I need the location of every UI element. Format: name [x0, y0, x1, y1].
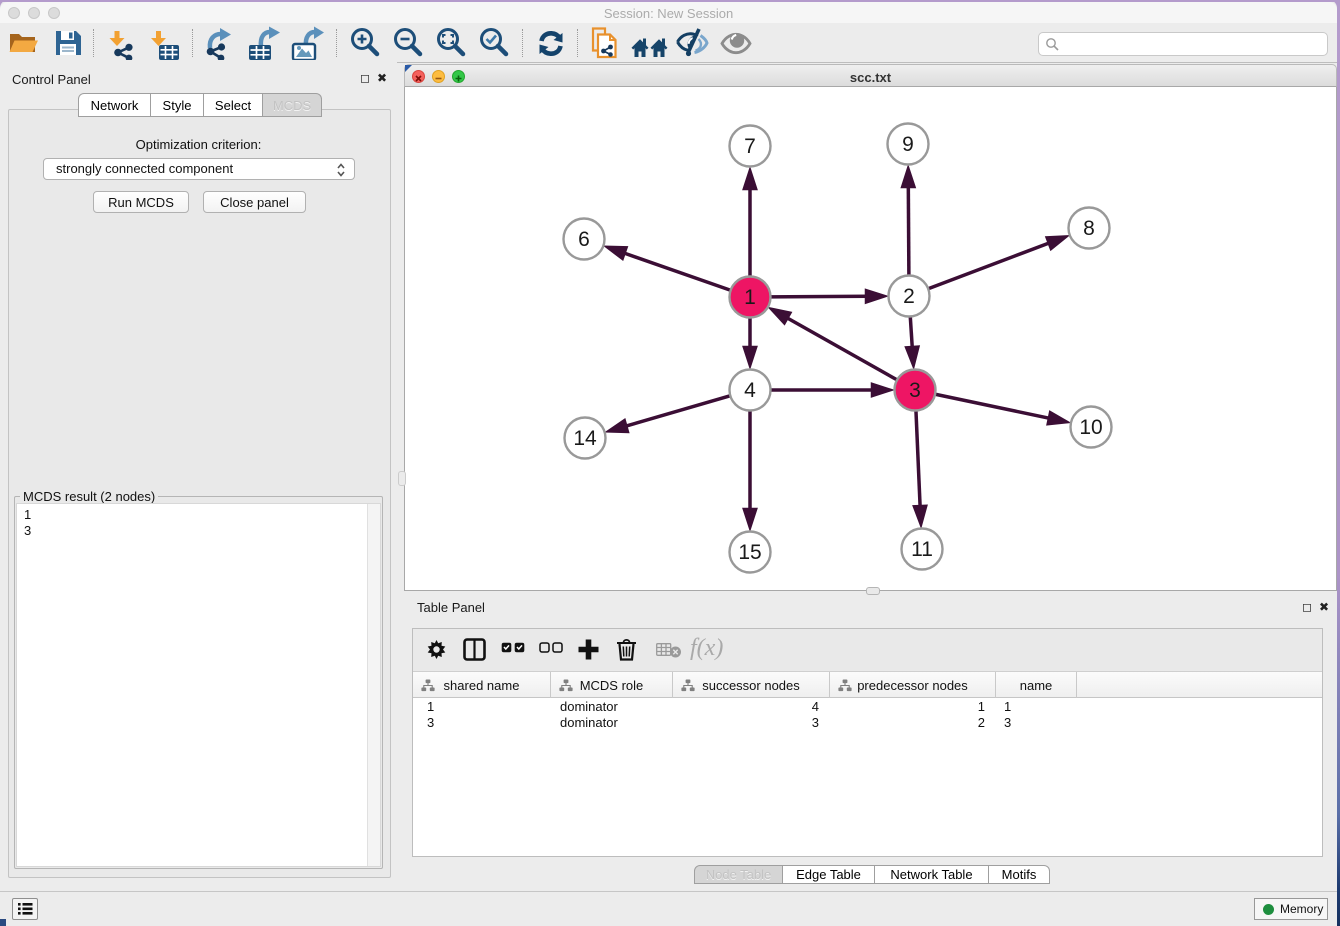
svg-text:8: 8 [1083, 217, 1095, 240]
svg-text:9: 9 [902, 133, 914, 156]
svg-text:10: 10 [1079, 416, 1102, 439]
svg-text:11: 11 [911, 538, 933, 561]
svg-text:14: 14 [573, 427, 597, 450]
svg-text:4: 4 [744, 379, 756, 402]
svg-text:3: 3 [909, 379, 921, 402]
svg-text:7: 7 [744, 135, 756, 158]
svg-text:1: 1 [744, 286, 756, 309]
svg-text:6: 6 [578, 228, 590, 251]
svg-text:2: 2 [903, 285, 915, 308]
svg-text:15: 15 [738, 541, 761, 564]
